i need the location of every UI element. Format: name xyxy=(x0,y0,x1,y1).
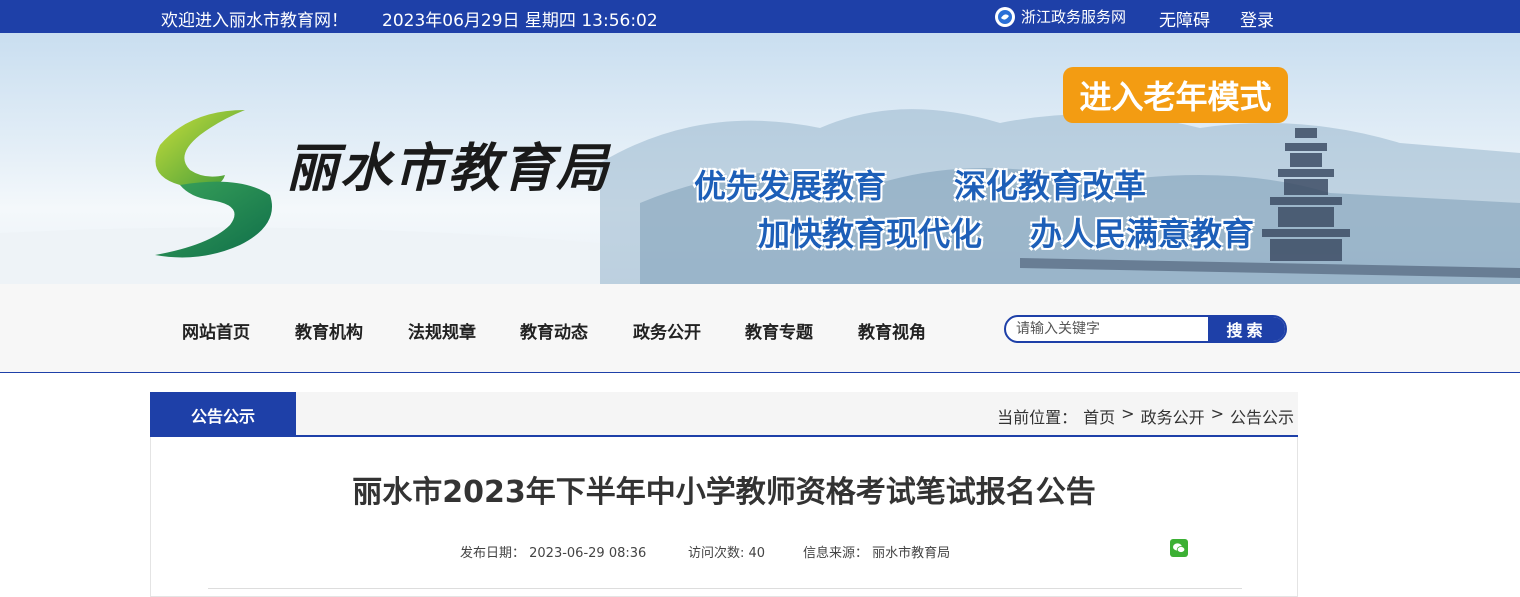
header-banner: 丽水市教育局 进入老年模式 优先发展教育 深化教育改革 加快教育现代化 办人民满… xyxy=(0,33,1520,284)
accessibility-link[interactable]: 无障碍 xyxy=(1159,6,1210,31)
zj-service-label: 浙江政务服务网 xyxy=(1021,8,1127,26)
elder-mode-button[interactable]: 进入老年模式 xyxy=(1063,67,1288,123)
nav-perspectives[interactable]: 教育视角 xyxy=(858,318,926,343)
breadcrumb-announcements[interactable]: 公告公示 xyxy=(1230,404,1294,428)
slogan-3: 加快教育现代化 xyxy=(758,215,983,253)
welcome-text: 欢迎进入丽水市教育网！ xyxy=(161,11,348,31)
breadcrumb-gov-affairs[interactable]: 政务公开 xyxy=(1141,404,1205,428)
zj-service-icon xyxy=(995,6,1015,27)
main-nav: 网站首页 教育机构 法规规章 教育动态 政务公开 教育专题 教育视角 搜索 xyxy=(0,284,1520,373)
breadcrumb-home[interactable]: 首页 xyxy=(1083,404,1115,428)
nav-regulations[interactable]: 法规规章 xyxy=(408,318,476,343)
zj-service-link[interactable]: 浙江政务服务网 xyxy=(995,6,1126,27)
bureau-logo-icon xyxy=(155,110,272,258)
current-datetime: 2023年06月29日 星期四 13:56:02 xyxy=(382,11,658,31)
search-input[interactable] xyxy=(1006,317,1208,341)
search-button[interactable]: 搜索 xyxy=(1208,317,1285,341)
nav-home[interactable]: 网站首页 xyxy=(182,318,250,343)
top-bar: 欢迎进入丽水市教育网！ 2023年06月29日 星期四 13:56:02 浙江政… xyxy=(0,0,1520,33)
slogan-1: 优先发展教育 xyxy=(694,167,887,205)
search-box: 搜索 xyxy=(1004,315,1287,343)
content-header: 公告公示 当前位置： 首页 > 政务公开 > 公告公示 xyxy=(150,392,1298,437)
section-tab[interactable]: 公告公示 xyxy=(150,392,296,437)
visit-count: 访问次数: 40 xyxy=(688,546,766,561)
nav-topics[interactable]: 教育专题 xyxy=(745,318,813,343)
wechat-share-icon[interactable] xyxy=(1170,539,1188,557)
slogan-4: 办人民满意教育 xyxy=(1030,215,1255,253)
nav-news[interactable]: 教育动态 xyxy=(520,318,588,343)
nav-institutions[interactable]: 教育机构 xyxy=(295,318,363,343)
breadcrumb: 当前位置： 首页 > 政务公开 > 公告公示 xyxy=(997,404,1294,428)
slogan-2: 深化教育改革 xyxy=(954,167,1147,205)
breadcrumb-separator: > xyxy=(1210,404,1224,423)
bureau-logo-text: 丽水市教育局 xyxy=(286,138,611,199)
nav-gov-affairs[interactable]: 政务公开 xyxy=(633,318,701,343)
info-source: 信息来源： 丽水市教育局 xyxy=(803,546,951,561)
article-container xyxy=(150,437,1298,597)
login-link[interactable]: 登录 xyxy=(1240,6,1274,31)
meta-divider xyxy=(208,588,1242,589)
breadcrumb-separator: > xyxy=(1121,404,1135,423)
article-title: 丽水市2023年下半年中小学教师资格考试笔试报名公告 xyxy=(352,475,1096,510)
publish-date: 发布日期： 2023-06-29 08:36 xyxy=(460,546,647,561)
breadcrumb-prefix: 当前位置： xyxy=(997,408,1078,427)
